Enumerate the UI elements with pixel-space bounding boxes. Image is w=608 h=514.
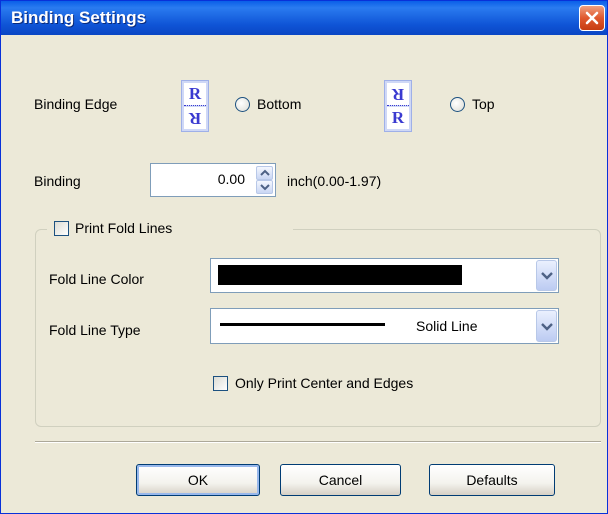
solid-line-sample (220, 323, 385, 326)
binding-page-front: R (184, 83, 206, 105)
fold-line-type-label: Fold Line Type (49, 322, 141, 338)
radio-bottom[interactable] (235, 97, 250, 112)
fold-line-type-select[interactable]: Solid Line (210, 308, 559, 344)
binding-spinner[interactable]: 0.00 (150, 163, 276, 197)
print-fold-lines-checkbox[interactable] (54, 221, 69, 236)
binding-fold-line (184, 105, 206, 106)
only-print-center-edges-checkbox[interactable] (213, 376, 228, 391)
type-dropdown-button[interactable] (536, 310, 557, 342)
dialog-title: Binding Settings (11, 8, 147, 27)
binding-fold-line (387, 105, 409, 106)
chevron-down-icon (541, 323, 553, 331)
spin-up-button[interactable] (256, 166, 273, 180)
binding-page-back: R (184, 107, 206, 129)
only-print-center-edges-label[interactable]: Only Print Center and Edges (235, 375, 413, 391)
title-bar[interactable]: Binding Settings (1, 1, 607, 35)
color-swatch (218, 265, 462, 285)
binding-page-back: R (387, 83, 409, 105)
binding-settings-dialog: Binding Settings Binding Edge R R Bottom… (0, 0, 608, 514)
binding-page-front: R (387, 107, 409, 129)
chevron-up-icon (260, 169, 270, 176)
print-fold-lines-label[interactable]: Print Fold Lines (75, 220, 172, 236)
chevron-down-icon (541, 272, 553, 280)
binding-label: Binding (34, 173, 81, 189)
radio-bottom-label[interactable]: Bottom (257, 96, 301, 112)
fold-line-type-value: Solid Line (416, 318, 478, 334)
binding-unit-range: inch(0.00-1.97) (287, 173, 382, 189)
binding-value[interactable]: 0.00 (218, 171, 245, 187)
separator (35, 441, 601, 443)
fold-line-color-label: Fold Line Color (49, 271, 144, 287)
binding-top-icon[interactable]: R R (384, 80, 412, 132)
defaults-button[interactable]: Defaults (429, 464, 555, 496)
chevron-down-icon (260, 184, 270, 191)
spin-down-button[interactable] (256, 180, 273, 194)
binding-bottom-icon[interactable]: R R (181, 80, 209, 132)
ok-button[interactable]: OK (136, 464, 260, 496)
radio-top-label[interactable]: Top (472, 96, 495, 112)
color-dropdown-button[interactable] (536, 260, 557, 291)
close-icon (585, 11, 599, 25)
close-button[interactable] (579, 5, 605, 31)
radio-top[interactable] (450, 97, 465, 112)
cancel-button[interactable]: Cancel (280, 464, 401, 496)
binding-edge-label: Binding Edge (34, 96, 118, 112)
fold-line-color-select[interactable] (210, 258, 559, 293)
